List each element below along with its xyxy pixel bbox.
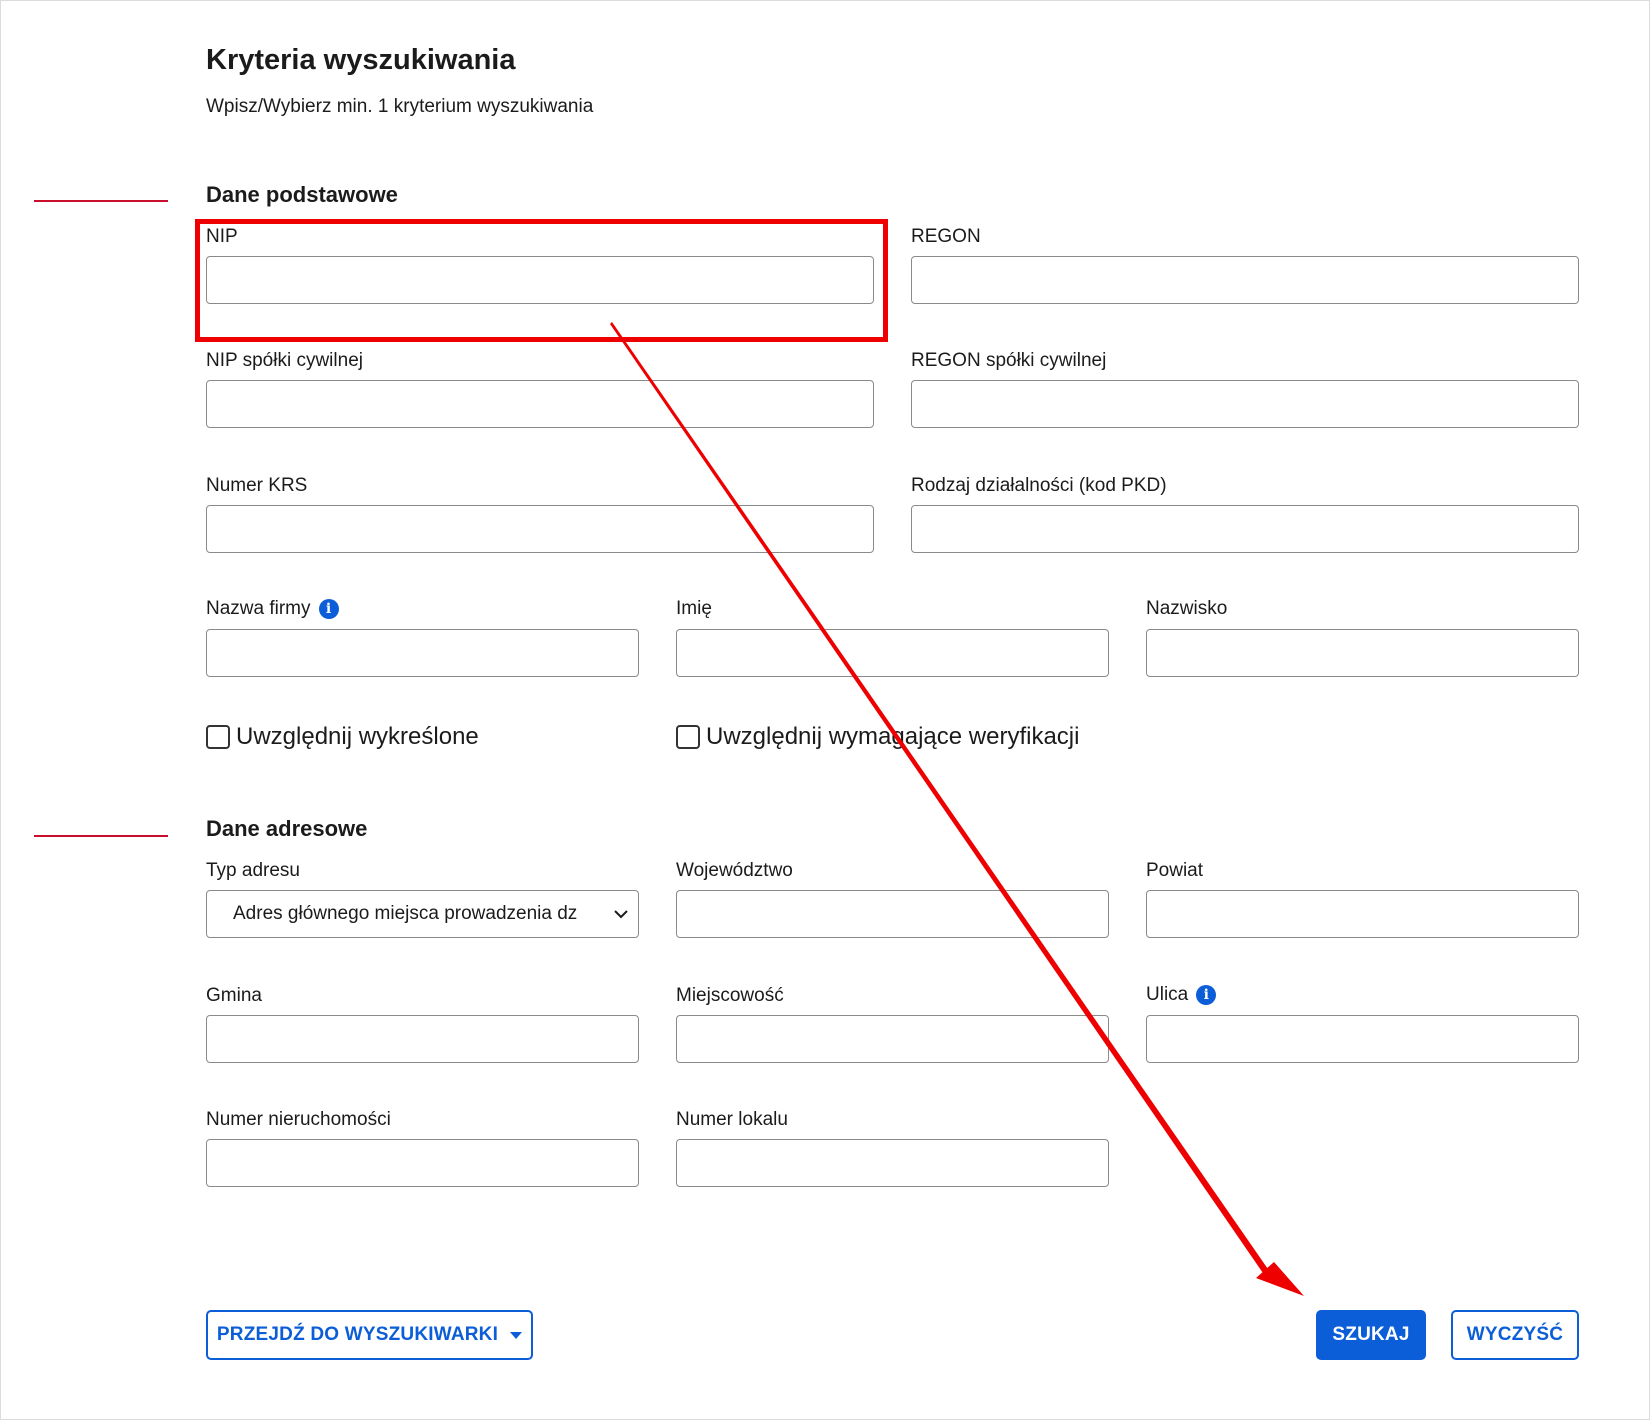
first-name-label: Imię [676,598,712,619]
go-to-search-button[interactable]: PRZEJDŹ DO WYSZUKIWARKI [206,1310,533,1360]
address-type-label: Typ adresu [206,860,300,881]
chevron-down-icon [614,909,628,919]
page-title: Kryteria wyszukiwania [206,44,516,76]
include-verification-label: Uwzględnij wymagające weryfikacji [706,723,1080,750]
address-type-select[interactable]: Adres głównego miejsca prowadzenia dz [206,890,639,938]
page-frame [0,0,1650,1420]
checkbox-box[interactable] [206,725,230,749]
info-icon[interactable]: i [1196,985,1217,1005]
first-name-input[interactable] [676,629,1109,677]
annotation-arrow [610,322,1304,1296]
include-deleted-checkbox[interactable]: Uwzględnij wykreślone [206,723,479,751]
commune-input[interactable] [206,1015,639,1063]
property-number-input[interactable] [206,1139,639,1187]
unit-number-label: Numer lokalu [676,1109,788,1130]
company-name-label: Nazwa firmy i [206,598,339,620]
voivodeship-label: Województwo [676,860,793,881]
section-marker-basic [34,200,168,202]
commune-label: Gmina [206,985,262,1006]
locality-label: Miejscowość [676,985,784,1006]
county-label: Powiat [1146,860,1204,881]
street-label: Ulica i [1146,984,1217,1006]
include-deleted-label: Uwzględnij wykreślone [236,723,479,750]
property-number-label: Numer nieruchomości [206,1109,391,1130]
regon-civil-input[interactable] [911,380,1579,428]
pkd-label: Rodzaj działalności (kod PKD) [911,475,1167,496]
company-name-input[interactable] [206,629,639,677]
locality-input[interactable] [676,1015,1109,1063]
caret-down-icon [510,1331,523,1339]
nip-civil-input[interactable] [206,380,874,428]
section-heading-address: Dane adresowe [206,816,368,841]
nip-input[interactable] [206,256,874,304]
krs-label: Numer KRS [206,475,308,496]
section-marker-address [34,835,168,837]
pkd-input[interactable] [911,505,1579,553]
nip-civil-label: NIP spółki cywilnej [206,350,363,371]
street-input[interactable] [1146,1015,1579,1063]
include-verification-checkbox[interactable]: Uwzględnij wymagające weryfikacji [676,723,1079,751]
checkbox-box[interactable] [676,725,700,749]
nip-label: NIP [206,226,238,247]
last-name-label: Nazwisko [1146,598,1228,619]
krs-input[interactable] [206,505,874,553]
county-input[interactable] [1146,890,1579,938]
clear-button[interactable]: WYCZYŚĆ [1451,1310,1579,1360]
info-icon[interactable]: i [318,599,339,619]
last-name-input[interactable] [1146,629,1579,677]
unit-number-input[interactable] [676,1139,1109,1187]
section-heading-basic: Dane podstawowe [206,182,398,207]
page-subtitle: Wpisz/Wybierz min. 1 kryterium wyszukiwa… [206,96,594,117]
go-to-search-label: PRZEJDŹ DO WYSZUKIWARKI [216,1324,499,1345]
regon-civil-label: REGON spółki cywilnej [911,350,1107,371]
search-button[interactable]: SZUKAJ [1316,1310,1426,1360]
address-type-selected: Adres głównego miejsca prowadzenia dz [233,903,578,924]
voivodeship-input[interactable] [676,890,1109,938]
regon-input[interactable] [911,256,1579,304]
regon-label: REGON [911,226,981,247]
